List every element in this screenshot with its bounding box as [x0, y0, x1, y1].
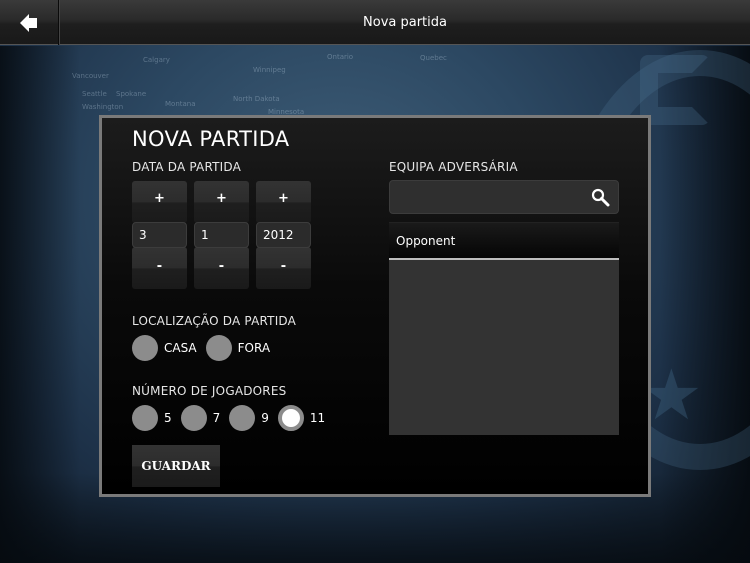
- year-value-field[interactable]: 2012: [256, 222, 311, 248]
- map-label: Winnipeg: [253, 66, 286, 74]
- map-label: Spokane: [116, 90, 147, 98]
- location-radio-group: CASA FORA: [132, 335, 279, 361]
- players-9-label: 9: [261, 411, 269, 425]
- location-away-label: FORA: [237, 341, 271, 355]
- search-icon[interactable]: [591, 188, 610, 207]
- location-label: LOCALIZAÇÃO DA PARTIDA: [132, 314, 297, 328]
- month-value-field[interactable]: 1: [194, 222, 249, 248]
- month-increment-button[interactable]: +: [194, 181, 249, 223]
- opponent-search-box: [389, 180, 619, 214]
- players-5-label: 5: [164, 411, 172, 425]
- players-7-radio[interactable]: [180, 405, 207, 431]
- date-label: DATA DA PARTIDA: [132, 160, 242, 174]
- map-label: Washington: [82, 103, 124, 111]
- map-label: North Dakota: [233, 95, 280, 103]
- map-label: Montana: [165, 100, 196, 108]
- map-label: Vancouver: [72, 72, 109, 80]
- players-label: NÚMERO DE JOGADORES: [132, 384, 287, 398]
- back-button[interactable]: [0, 0, 60, 45]
- map-label: Quebec: [420, 54, 447, 62]
- map-label: Calgary: [143, 56, 170, 64]
- form-title: NOVA PARTIDA: [132, 127, 290, 151]
- opponent-label: EQUIPA ADVERSÁRIA: [389, 160, 518, 174]
- opponent-search-input[interactable]: [390, 181, 586, 213]
- day-decrement-button[interactable]: -: [132, 247, 187, 289]
- players-7-label: 7: [212, 411, 221, 425]
- players-11-radio[interactable]: [277, 405, 304, 431]
- players-5-radio[interactable]: [132, 405, 158, 431]
- players-11-label: 11: [309, 411, 326, 425]
- save-button[interactable]: GUARDAR: [132, 445, 220, 487]
- location-home-label: CASA: [164, 341, 197, 355]
- players-9-radio[interactable]: [229, 405, 256, 431]
- opponent-list-header: Opponent: [389, 222, 619, 260]
- opponent-list[interactable]: Opponent: [389, 222, 619, 435]
- page-title: Nova partida: [363, 15, 447, 30]
- back-arrow-icon: [20, 13, 37, 32]
- map-label: Ontario: [327, 53, 354, 61]
- map-label: Seattle: [82, 90, 107, 98]
- day-value-field[interactable]: 3: [132, 222, 187, 248]
- top-navigation-bar: Nova partida: [0, 0, 750, 45]
- location-away-radio[interactable]: [205, 335, 232, 361]
- year-increment-button[interactable]: +: [256, 181, 311, 223]
- new-match-panel: NOVA PARTIDA DATA DA PARTIDA + - 3 + - 1…: [99, 115, 651, 497]
- location-home-radio[interactable]: [132, 335, 158, 361]
- month-decrement-button[interactable]: -: [194, 247, 249, 289]
- players-radio-group: 5 7 9 11: [132, 405, 334, 431]
- year-decrement-button[interactable]: -: [256, 247, 311, 289]
- day-increment-button[interactable]: +: [132, 181, 187, 223]
